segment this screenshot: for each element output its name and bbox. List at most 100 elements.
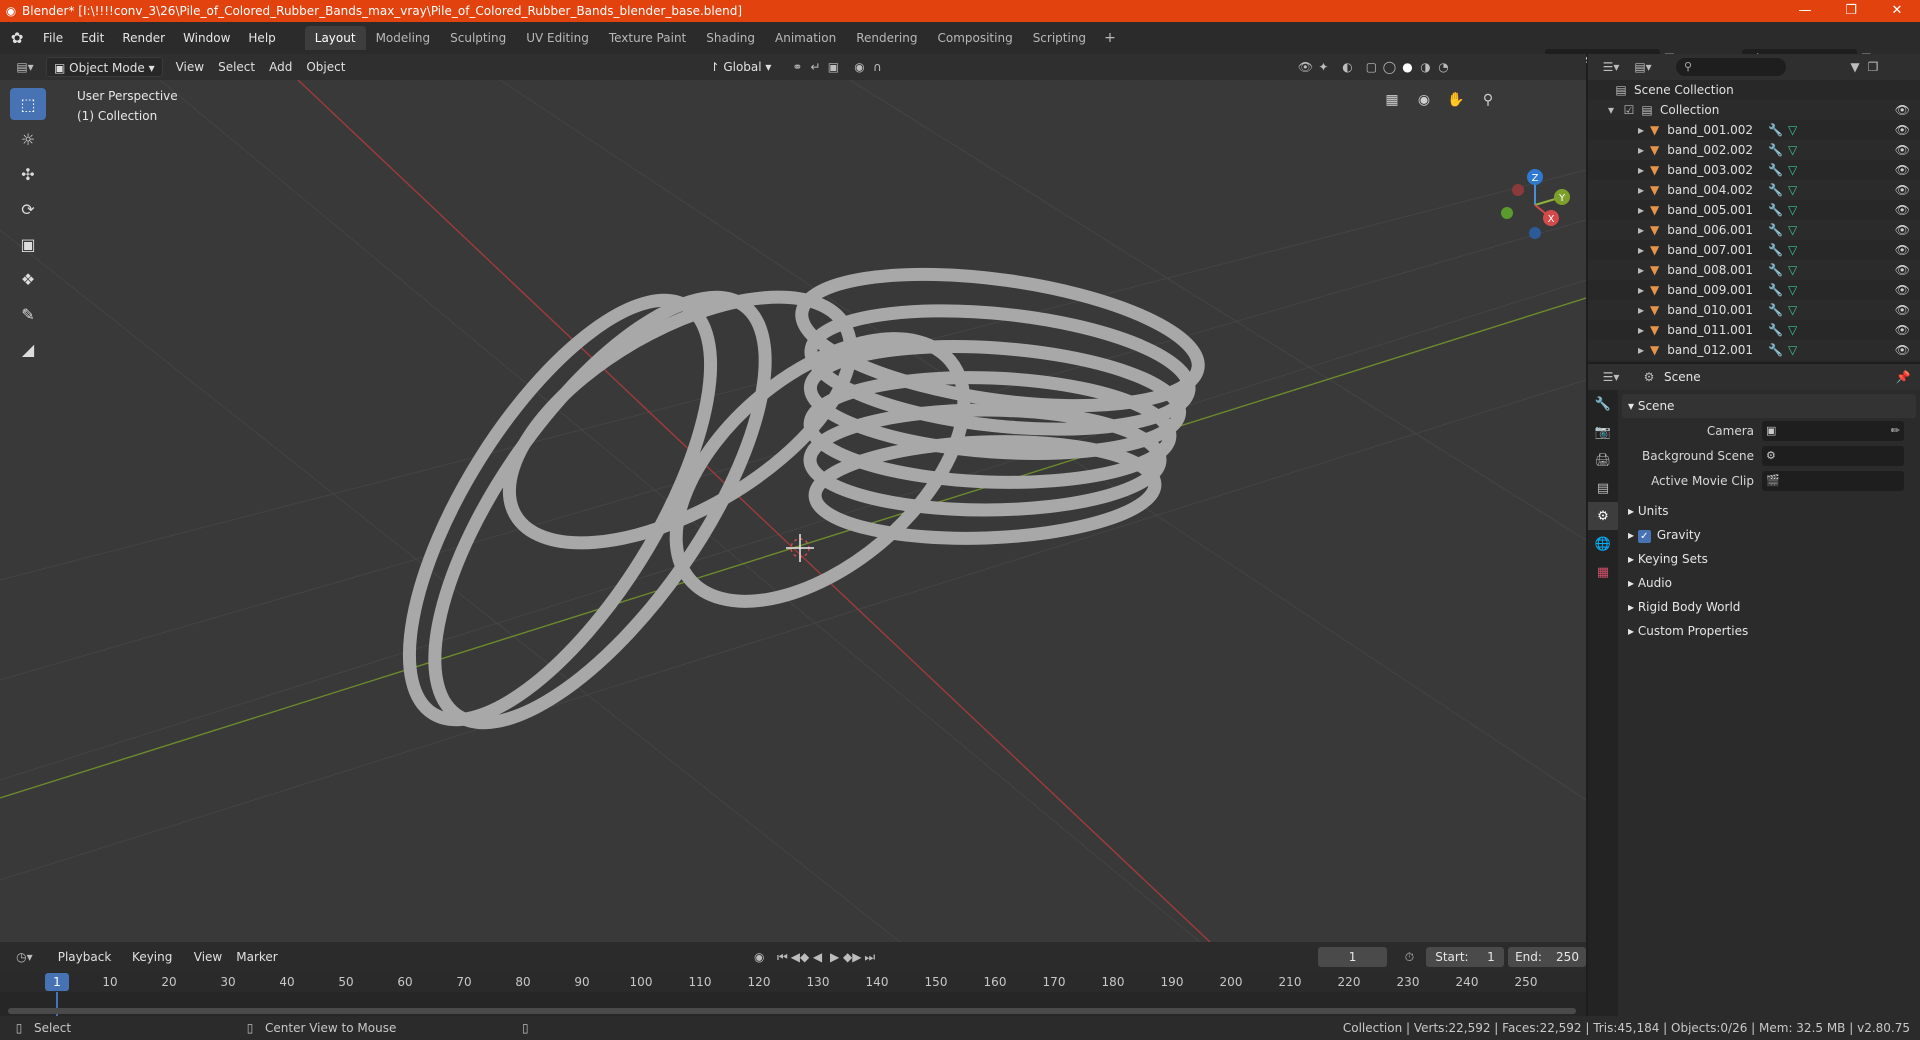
- scale-tool-icon[interactable]: ▣: [10, 228, 46, 260]
- tree-item-collection[interactable]: ▾ ☑ ▤ Collection 👁: [1588, 100, 1920, 120]
- mesh-data-icon[interactable]: ▽: [1788, 123, 1797, 137]
- frame-ruler[interactable]: 1 10 20 30 40 50 60 70 80 90 100 110 120…: [0, 972, 1586, 992]
- visibility-eye-icon[interactable]: 👁: [1895, 143, 1910, 157]
- add-menu[interactable]: Add: [262, 57, 299, 77]
- zoom-icon[interactable]: ⚲: [1476, 88, 1500, 112]
- select-box-tool-icon[interactable]: ⬚: [10, 88, 46, 120]
- xray-icon[interactable]: ▢: [1362, 58, 1380, 76]
- menu-edit[interactable]: Edit: [72, 22, 113, 54]
- gizmo-neg-z-handle[interactable]: [1529, 227, 1541, 239]
- timeline-view-menu[interactable]: View: [187, 947, 229, 967]
- output-tab-icon[interactable]: 🖨: [1588, 446, 1618, 474]
- pivot-icon[interactable]: ⚭: [788, 58, 806, 76]
- active-movie-clip-field[interactable]: 🎬: [1762, 470, 1904, 491]
- units-panel-header[interactable]: ▸ Units: [1622, 499, 1916, 523]
- tree-item-object[interactable]: ▸ ▼ band_004.002 🔧 ▽ 👁: [1588, 180, 1920, 200]
- visibility-icon[interactable]: 👁: [1296, 58, 1314, 76]
- playback-menu[interactable]: Playback ▾: [51, 947, 125, 984]
- world-tab-icon[interactable]: 🌐: [1588, 530, 1618, 558]
- scene-panel-header[interactable]: ▾ Scene: [1622, 394, 1916, 418]
- navigation-gizmo[interactable]: Z Y X: [1501, 169, 1570, 239]
- wireframe-shading-icon[interactable]: ◯: [1380, 58, 1398, 76]
- mesh-data-icon[interactable]: ▽: [1788, 263, 1797, 277]
- snap-icon[interactable]: ↵: [806, 58, 824, 76]
- keying-menu[interactable]: Keying ▾: [125, 947, 187, 984]
- tree-item-object[interactable]: ▸ ▼ band_010.001 🔧 ▽ 👁: [1588, 300, 1920, 320]
- keying-sets-panel-header[interactable]: ▸ Keying Sets: [1622, 547, 1916, 571]
- expand-arrow-icon[interactable]: ▾: [1602, 101, 1620, 119]
- material-shading-icon[interactable]: ◑: [1416, 58, 1434, 76]
- blender-logo-icon[interactable]: ✿: [0, 29, 34, 47]
- new-collection-icon[interactable]: ❐: [1864, 58, 1882, 76]
- jump-start-icon[interactable]: ⏮: [774, 948, 791, 966]
- modifier-wrench-icon[interactable]: 🔧: [1768, 263, 1783, 277]
- end-frame-field[interactable]: End: 250: [1508, 947, 1587, 967]
- select-menu[interactable]: Select: [211, 57, 262, 77]
- modifier-wrench-icon[interactable]: 🔧: [1768, 143, 1783, 157]
- gravity-panel-header[interactable]: ▸ ✓ Gravity: [1622, 523, 1916, 547]
- transform-tool-icon[interactable]: ❖: [10, 263, 46, 295]
- gizmo-toggle-icon[interactable]: ✦: [1314, 58, 1332, 76]
- outliner-search-input[interactable]: ⚲: [1676, 58, 1786, 76]
- expand-arrow-icon[interactable]: ▸: [1632, 221, 1650, 239]
- jump-end-icon[interactable]: ⏭: [861, 948, 878, 966]
- proportional-edit-icon[interactable]: ◉: [850, 58, 868, 76]
- view-layer-tab-icon[interactable]: ▤: [1588, 474, 1618, 502]
- pin-icon[interactable]: 📌: [1894, 368, 1912, 386]
- record-icon[interactable]: ◉: [751, 948, 768, 966]
- tool-tab-icon[interactable]: 🔧: [1588, 390, 1618, 418]
- viewport-canvas[interactable]: Z Y X: [0, 80, 1586, 942]
- camera-view-icon[interactable]: ◉: [1412, 88, 1436, 112]
- outliner-editor-icon[interactable]: ☰▾: [1598, 58, 1624, 76]
- tab-compositing[interactable]: Compositing: [927, 26, 1022, 50]
- visibility-eye-icon[interactable]: 👁: [1895, 203, 1910, 217]
- display-mode-icon[interactable]: ▤▾: [1630, 58, 1656, 76]
- gizmo-neg-x-handle[interactable]: [1512, 184, 1524, 196]
- tab-modeling[interactable]: Modeling: [366, 26, 441, 50]
- move-tool-icon[interactable]: ✣: [10, 158, 46, 190]
- tab-layout[interactable]: Layout: [304, 26, 366, 50]
- expand-arrow-icon[interactable]: ▸: [1632, 341, 1650, 359]
- gravity-checkbox[interactable]: ✓: [1637, 530, 1651, 543]
- mesh-data-icon[interactable]: ▽: [1788, 183, 1797, 197]
- visibility-eye-icon[interactable]: 👁: [1895, 243, 1910, 257]
- tree-item-scene-collection[interactable]: ▤ Scene Collection: [1588, 80, 1920, 100]
- mesh-data-icon[interactable]: ▽: [1788, 303, 1797, 317]
- marker-menu[interactable]: Marker: [229, 947, 284, 967]
- visibility-eye-icon[interactable]: 👁: [1895, 163, 1910, 177]
- mesh-data-icon[interactable]: ▽: [1788, 343, 1797, 357]
- tree-item-object[interactable]: ▸ ▼ band_007.001 🔧 ▽ 👁: [1588, 240, 1920, 260]
- cursor-tool-icon[interactable]: ☼: [10, 123, 46, 155]
- exclude-checkbox-icon[interactable]: ☑: [1620, 101, 1638, 119]
- current-frame-field[interactable]: 1: [1318, 947, 1387, 967]
- next-keyframe-icon[interactable]: ◆▶: [843, 948, 861, 966]
- add-workspace-button[interactable]: +: [1096, 26, 1124, 50]
- visibility-eye-icon[interactable]: 👁: [1895, 303, 1910, 317]
- mesh-data-icon[interactable]: ▽: [1788, 283, 1797, 297]
- menu-window[interactable]: Window: [174, 22, 239, 54]
- mesh-data-icon[interactable]: ▽: [1788, 163, 1797, 177]
- play-icon[interactable]: ▶: [826, 948, 843, 966]
- minimize-button[interactable]: —: [1782, 0, 1828, 22]
- falloff-icon[interactable]: ∩: [868, 58, 886, 76]
- mesh-data-icon[interactable]: ▽: [1788, 323, 1797, 337]
- view-menu[interactable]: View: [169, 57, 211, 77]
- expand-arrow-icon[interactable]: ▸: [1632, 181, 1650, 199]
- orientation-dropdown[interactable]: ↾ Global ▾: [702, 57, 778, 77]
- menu-render[interactable]: Render: [113, 22, 174, 54]
- mesh-data-icon[interactable]: ▽: [1788, 143, 1797, 157]
- scene-tab-icon[interactable]: ⚙: [1588, 502, 1618, 530]
- menu-file[interactable]: File: [34, 22, 72, 54]
- visibility-eye-icon[interactable]: 👁: [1895, 183, 1910, 197]
- eyedropper-icon[interactable]: ✏: [1891, 424, 1900, 437]
- visibility-eye-icon[interactable]: 👁: [1895, 223, 1910, 237]
- texture-tab-icon[interactable]: ▦: [1588, 558, 1618, 586]
- visibility-eye-icon[interactable]: 👁: [1895, 123, 1910, 137]
- mode-dropdown[interactable]: ▣ Object Mode ▾: [46, 57, 163, 77]
- menu-help[interactable]: Help: [239, 22, 284, 54]
- modifier-wrench-icon[interactable]: 🔧: [1768, 203, 1783, 217]
- timeline-area[interactable]: 1 10 20 30 40 50 60 70 80 90 100 110 120…: [0, 972, 1586, 1016]
- visibility-eye-icon[interactable]: 👁: [1895, 343, 1910, 357]
- maximize-button[interactable]: ❐: [1828, 0, 1874, 22]
- modifier-wrench-icon[interactable]: 🔧: [1768, 323, 1783, 337]
